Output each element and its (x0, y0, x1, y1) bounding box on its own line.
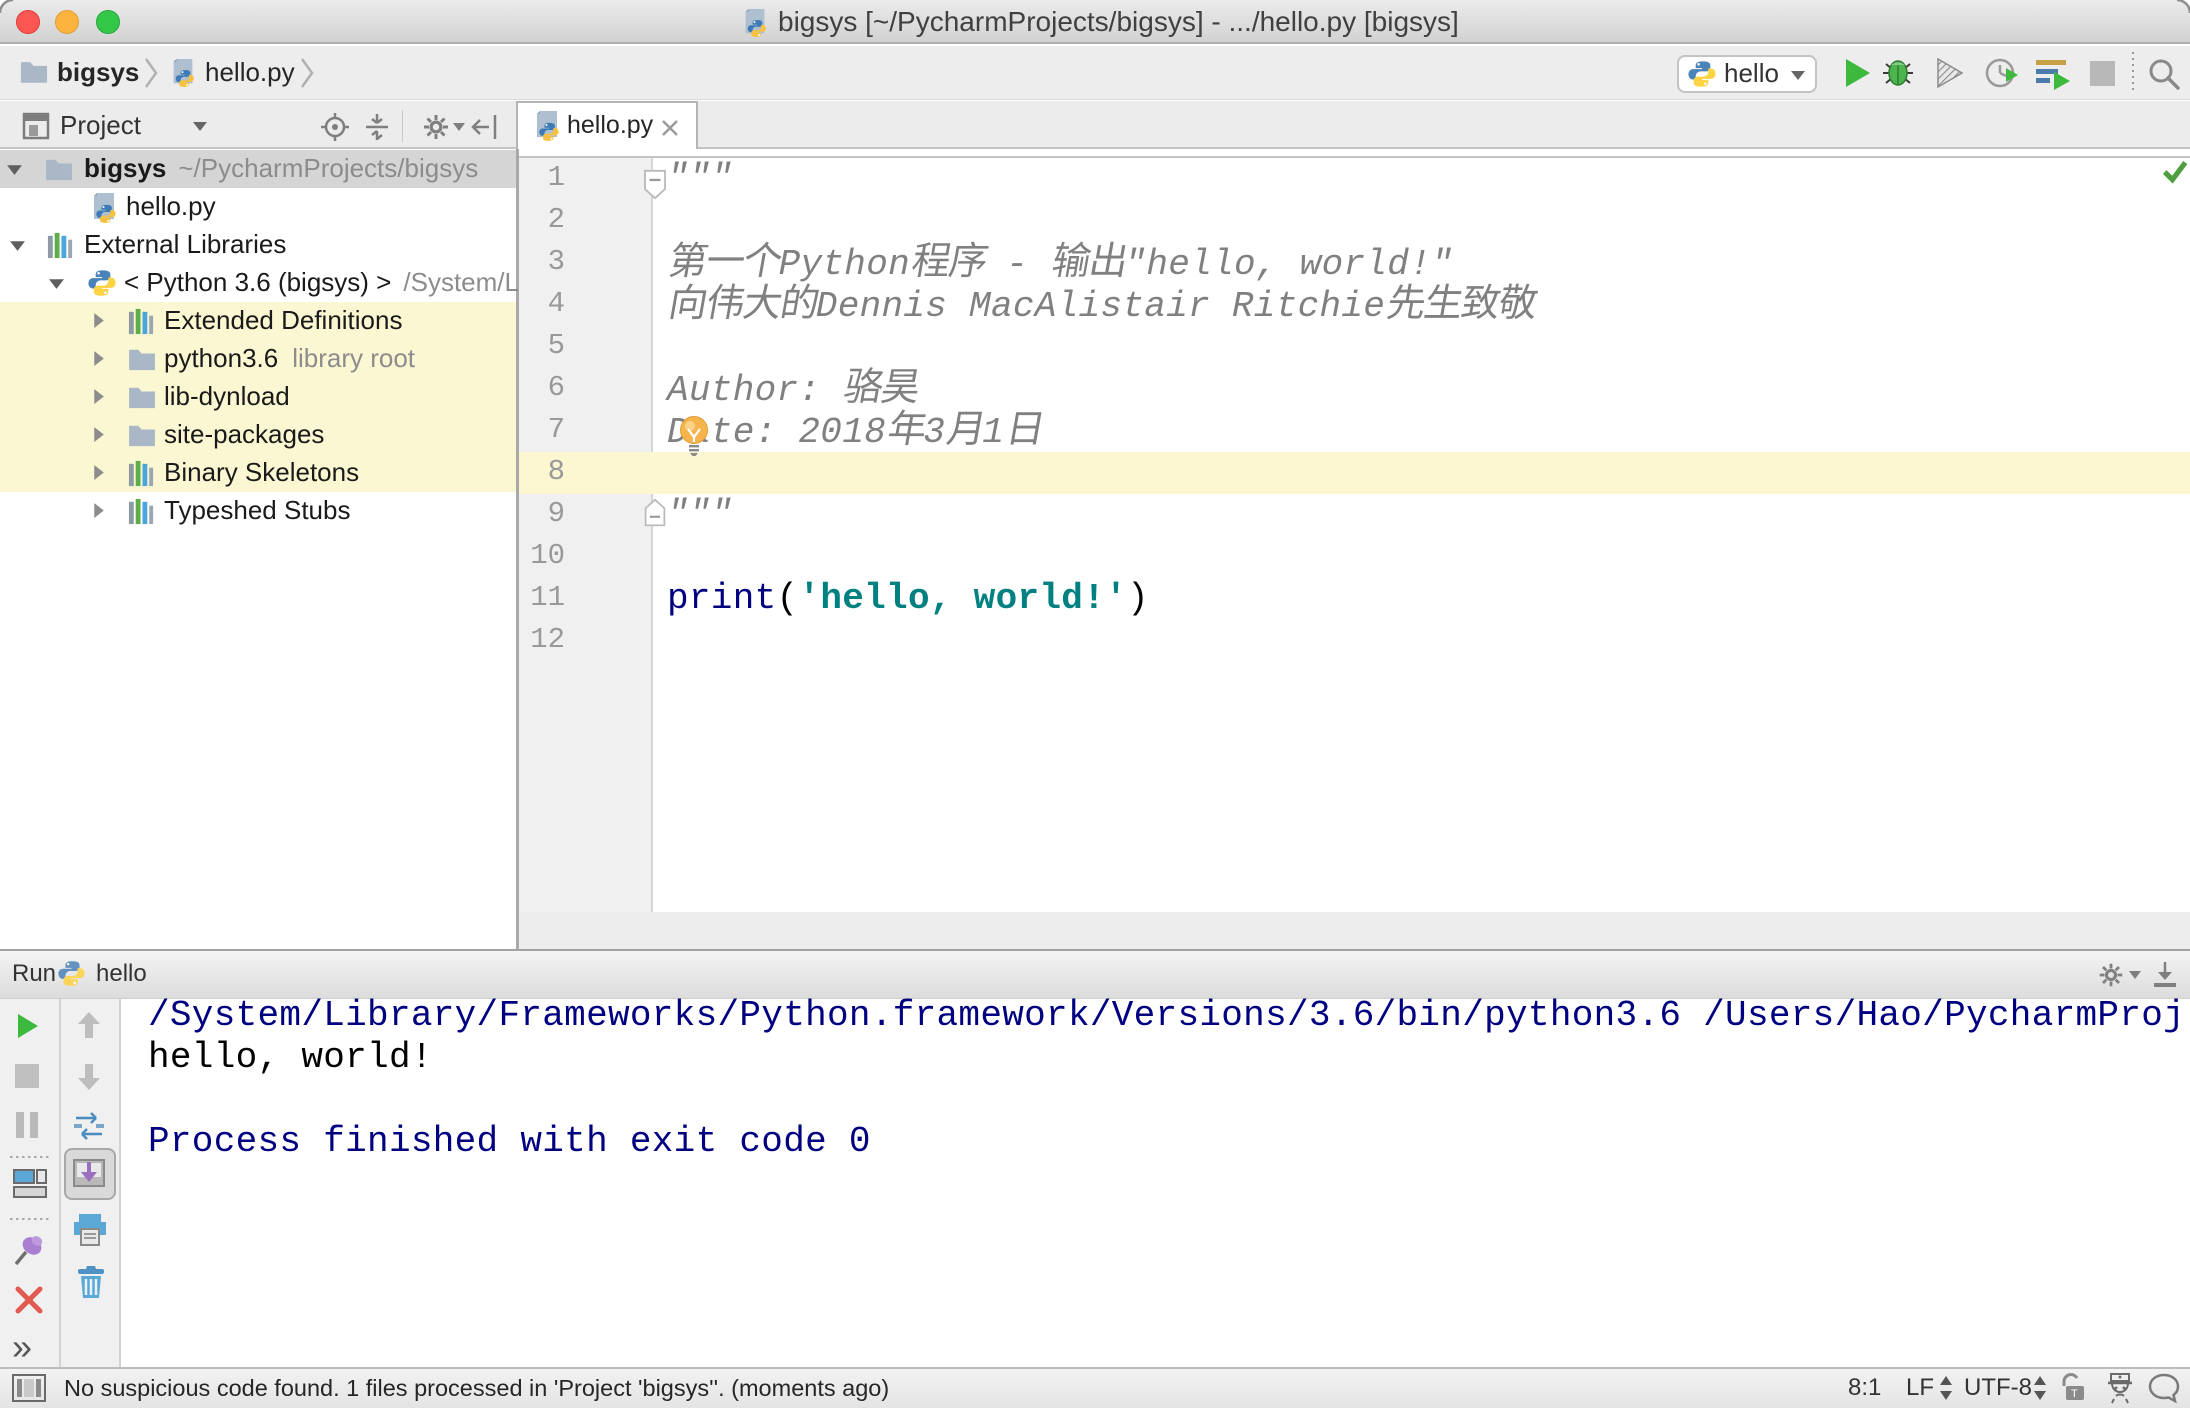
svg-text:1: 1 (982, 412, 1004, 453)
svg-text:3: 3 (923, 412, 945, 453)
svg-text:T: T (2071, 1388, 2078, 1400)
svg-text:Dennis MacAlistair Ritchie: Dennis MacAlistair Ritchie (816, 286, 1385, 327)
